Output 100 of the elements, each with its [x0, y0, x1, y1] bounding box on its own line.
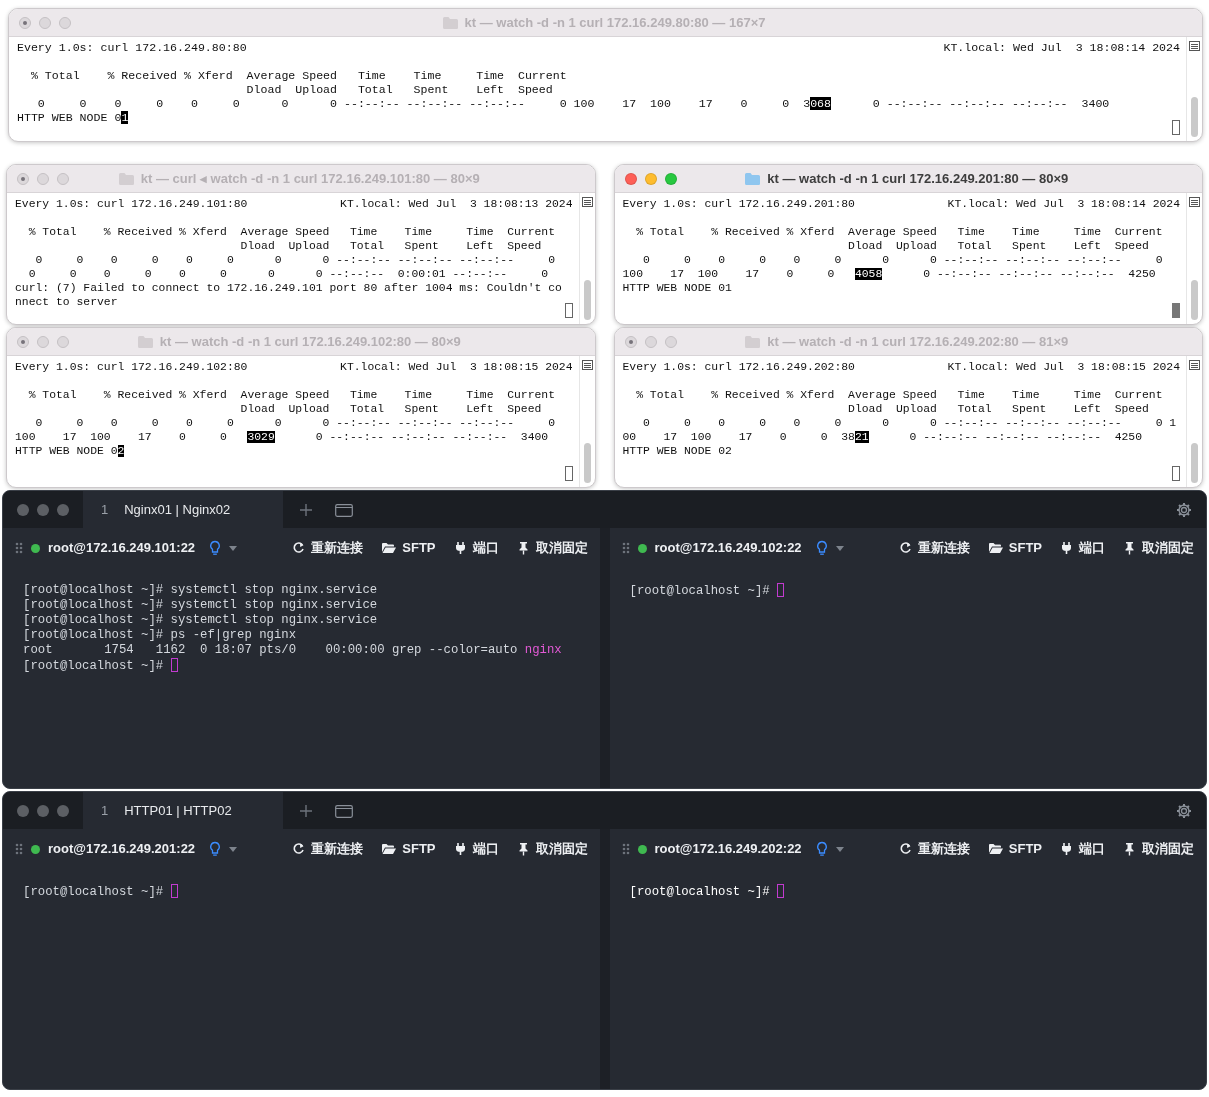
scroll-menu-icon[interactable] — [1189, 41, 1200, 51]
session-tab[interactable]: 1 Nginx01 | Nginx02 — [83, 491, 283, 528]
sftp-button[interactable]: SFTP — [381, 538, 436, 558]
terminal-text: % Total % Received % Xferd Average Speed Time Time Time Current — [27, 226, 555, 238]
zoom-button[interactable] — [57, 804, 69, 817]
drag-handle-icon[interactable] — [621, 542, 630, 554]
unpin-button[interactable]: 取消固定 — [516, 839, 588, 859]
caret-icon[interactable] — [229, 545, 238, 551]
terminal-text: HTTP WEB NODE 0 — [15, 445, 118, 457]
folder-icon — [117, 171, 135, 186]
zoom-button[interactable] — [57, 503, 69, 516]
terminal-text: HTTP WEB NODE 0 — [17, 111, 122, 124]
bulb-icon[interactable] — [815, 540, 828, 556]
scroll-menu-icon[interactable] — [1189, 197, 1200, 207]
plug-icon — [453, 842, 468, 856]
unpin-button[interactable]: 取消固定 — [516, 538, 588, 558]
status-command: Every 1.0s: curl 172.16.249.202:80 — [622, 360, 855, 374]
close-button[interactable] — [19, 16, 31, 29]
terminal-text: [root@localhost ~]# — [629, 584, 771, 598]
terminal-text: nnect to server — [15, 296, 118, 308]
terminal-text: [root@localhost ~]# systemctl stop nginx.service — [23, 613, 378, 627]
close-button[interactable] — [17, 503, 29, 516]
scroll-thumb[interactable] — [1191, 280, 1198, 320]
bulb-icon[interactable] — [209, 841, 222, 857]
terminal-text: 100 17 100 17 0 0 — [622, 268, 836, 280]
window-icon[interactable] — [335, 502, 353, 517]
sftp-button[interactable]: SFTP — [987, 839, 1042, 859]
highlighted-text: 21 — [854, 431, 869, 443]
plug-icon — [1060, 541, 1074, 555]
terminal-text: HTTP WEB NODE 01 — [622, 282, 732, 294]
terminal-text: % Total % Received % Xferd Average Speed Time Time Time Current — [635, 389, 1163, 401]
bulb-icon[interactable] — [209, 540, 222, 556]
status-host-time: KT.local: Wed Jul 3 18:08:15 2024 — [340, 360, 573, 374]
settings-icon[interactable] — [1176, 802, 1192, 819]
terminal-text: [root@localhost ~]# systemctl stop nginx.service — [23, 583, 378, 597]
port-button[interactable]: 端口 — [1060, 538, 1105, 558]
matched-text: nginx — [524, 643, 562, 657]
status-command: Every 1.0s: curl 172.16.249.101:80 — [15, 197, 248, 211]
folder-icon — [136, 334, 154, 349]
close-button[interactable] — [624, 335, 637, 348]
window-icon[interactable] — [335, 803, 353, 818]
terminal-text: Dload Upload Total Spent Left Speed — [239, 403, 542, 415]
refresh-icon — [292, 842, 307, 856]
minimize-button[interactable] — [37, 503, 49, 516]
scroll-thumb[interactable] — [1191, 443, 1198, 483]
terminal-text: 0 --:--:-- --:--:-- --:--:-- 3400 — [314, 431, 549, 443]
terminal-text: [root@localhost ~]# — [23, 659, 165, 673]
refresh-icon — [898, 541, 913, 555]
reconnect-button[interactable]: 重新连接 — [898, 538, 970, 558]
folder-icon — [441, 15, 459, 30]
cursor-block — [777, 583, 785, 597]
drag-handle-icon[interactable] — [621, 843, 630, 855]
plus-icon[interactable] — [299, 803, 313, 818]
terminal-text: % Total % Received % Xferd Average Speed Time Time Time Current — [27, 389, 555, 401]
highlighted-text: 068 — [810, 97, 832, 110]
port-button[interactable]: 端口 — [453, 538, 499, 558]
port-button[interactable]: 端口 — [453, 839, 499, 859]
scroll-menu-icon[interactable] — [581, 360, 593, 370]
settings-icon[interactable] — [1176, 501, 1192, 518]
unpin-button[interactable]: 取消固定 — [1123, 839, 1194, 859]
drag-handle-icon[interactable] — [15, 843, 23, 855]
reconnect-button[interactable]: 重新连接 — [898, 839, 970, 859]
terminal-text: 0 0 0 0 0 0 0 0 --:--:-- 0:00:01 --:--:-- 0 — [27, 268, 549, 280]
refresh-icon — [292, 541, 307, 555]
terminal-text: % Total % Received % Xferd Average Speed Time Time Time Current — [29, 69, 567, 82]
terminal-text: 0 0 0 0 0 0 0 0 --:--:-- --:--:-- --:--:-- 0 — [34, 417, 555, 429]
plus-icon[interactable] — [299, 502, 313, 517]
scroll-thumb[interactable] — [1191, 97, 1198, 137]
close-button[interactable] — [17, 335, 29, 348]
bulb-icon[interactable] — [815, 841, 828, 857]
drag-handle-icon[interactable] — [15, 542, 23, 554]
caret-icon[interactable] — [835, 846, 844, 852]
highlighted-text: 1 — [121, 111, 129, 124]
cursor-block — [170, 884, 178, 898]
scroll-thumb[interactable] — [583, 443, 591, 483]
reconnect-button[interactable]: 重新连接 — [292, 538, 364, 558]
terminal-text: 0 --:--:-- --:--:-- --:--:-- 4250 — [922, 268, 1156, 280]
pin-icon — [1123, 842, 1137, 856]
folder-icon — [744, 334, 762, 349]
host-label: root@172.16.249.101:22 — [48, 539, 196, 558]
scroll-menu-icon[interactable] — [581, 197, 593, 207]
scroll-thumb[interactable] — [583, 280, 591, 320]
caret-icon[interactable] — [835, 545, 844, 551]
sftp-button[interactable]: SFTP — [381, 839, 436, 859]
close-button[interactable] — [17, 804, 29, 817]
session-tab[interactable]: 1 HTTP01 | HTTP02 — [83, 792, 283, 829]
unpin-button[interactable]: 取消固定 — [1123, 538, 1194, 558]
scroll-menu-icon[interactable] — [1189, 360, 1200, 370]
reconnect-button[interactable]: 重新连接 — [292, 839, 364, 859]
minimize-button[interactable] — [37, 804, 49, 817]
sftp-button[interactable]: SFTP — [987, 538, 1042, 558]
refresh-icon — [898, 842, 913, 856]
terminal-text: 0 --:--:-- --:--:-- --:--:-- 3400 — [871, 97, 1110, 110]
terminal-text: 00 17 100 17 0 0 38 — [622, 431, 855, 443]
status-host-time: KT.local: Wed Jul 3 18:08:14 2024 — [943, 41, 1180, 55]
folder-icon — [744, 171, 762, 186]
host-label: root@172.16.249.102:22 — [654, 539, 802, 558]
caret-icon[interactable] — [229, 846, 238, 852]
close-button[interactable] — [17, 172, 29, 185]
port-button[interactable]: 端口 — [1060, 839, 1105, 859]
